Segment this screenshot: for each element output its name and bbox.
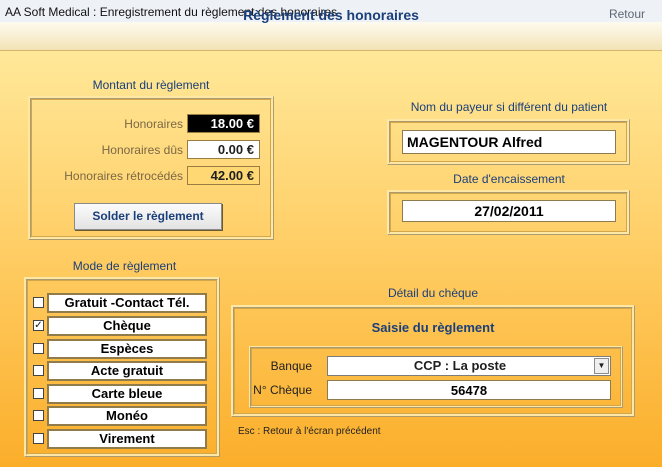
cheque-panel-title: Saisie du règlement (371, 320, 495, 335)
montant-section-title: Montant du règlement (92, 78, 210, 92)
checkbox[interactable] (33, 365, 44, 376)
payeur-input[interactable]: MAGENTOUR Alfred (402, 130, 616, 154)
honoraires-dus-input[interactable]: 0.00 € (187, 140, 260, 159)
mode-option-moneo[interactable]: Monéo (31, 406, 211, 426)
banque-select-value: CCP : La poste (413, 358, 507, 373)
solder-button[interactable]: Solder le règlement (74, 203, 222, 230)
checkbox[interactable] (33, 388, 44, 399)
cheque-section-title: Détail du chèque (387, 286, 479, 300)
mode-option-label: Espèces (47, 339, 207, 359)
payeur-section-title: Nom du payeur si différent du patient (410, 100, 608, 114)
page-header (0, 22, 662, 51)
page-title: Règlement des honoraires (243, 7, 419, 23)
mode-option-label: Monéo (47, 406, 207, 426)
mode-option-label: Acte gratuit (47, 361, 207, 381)
honoraires-dus-label: Honoraires dûs (101, 143, 183, 157)
banque-label: Banque (270, 359, 312, 373)
mode-option-carte-bleue[interactable]: Carte bleue (31, 384, 211, 404)
date-encaissement-input[interactable]: 27/02/2011 (402, 200, 616, 222)
esc-shortcut-note: Esc : Retour à l'écran précédent (238, 426, 381, 437)
mode-section-title: Mode de règlement (72, 259, 177, 273)
checkbox-checked[interactable]: ✓ (33, 320, 44, 331)
mode-option-gratuit-contact[interactable]: Gratuit -Contact Tél. (31, 293, 211, 313)
mode-option-cheque[interactable]: ✓ Chèque (31, 316, 211, 336)
numero-cheque-label: N° Chèque (253, 383, 312, 397)
numero-cheque-input[interactable]: 56478 (327, 380, 611, 400)
mode-option-label: Gratuit -Contact Tél. (47, 293, 207, 313)
mode-option-virement[interactable]: Virement (31, 429, 211, 449)
mode-option-label: Carte bleue (47, 384, 207, 404)
banque-select[interactable]: CCP : La poste ▼ (327, 356, 611, 376)
mode-option-label: Chèque (47, 316, 207, 336)
mode-option-label: Virement (47, 429, 207, 449)
checkbox[interactable] (33, 410, 44, 421)
mode-option-especes[interactable]: Espèces (31, 339, 211, 359)
honoraires-label: Honoraires (124, 117, 183, 131)
honoraires-retrocedes-label: Honoraires rétrocédés (64, 169, 183, 183)
mode-option-acte-gratuit[interactable]: Acte gratuit (31, 361, 211, 381)
honoraires-retrocedes-value: 42.00 € (187, 166, 260, 185)
checkbox[interactable] (33, 343, 44, 354)
encaissement-section-title: Date d'encaissement (453, 172, 565, 186)
checkbox[interactable] (33, 433, 44, 444)
back-button[interactable]: Retour (609, 7, 645, 21)
chevron-down-icon[interactable]: ▼ (594, 358, 609, 374)
checkbox[interactable] (33, 297, 44, 308)
honoraires-input[interactable]: 18.00 € (187, 114, 260, 133)
